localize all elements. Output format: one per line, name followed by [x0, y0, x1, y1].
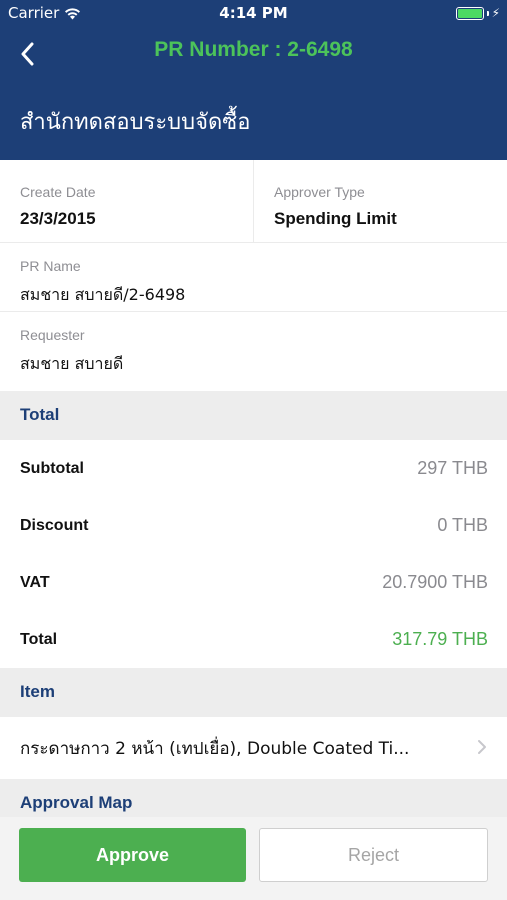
vat-value: 20.7900 THB	[382, 572, 488, 592]
pr-name-label: PR Name	[20, 258, 81, 274]
create-date-value: 23/3/2015	[20, 209, 96, 228]
subtotal-row: Subtotal 297 THB	[0, 440, 507, 497]
subtotal-label: Subtotal	[20, 459, 84, 477]
requester-value: สมชาย สบายดี	[20, 354, 124, 373]
total-row: Total 317.79 THB	[0, 611, 507, 668]
discount-value: 0 THB	[437, 515, 488, 535]
action-bar: Approve Reject	[0, 817, 507, 900]
pr-name-value: สมชาย สบายดี/2-6498	[20, 285, 186, 304]
total-value: 317.79 THB	[392, 629, 488, 649]
requester-label: Requester	[20, 327, 85, 343]
chevron-right-icon	[477, 736, 487, 760]
vat-label: VAT	[20, 573, 50, 591]
pr-number-title: PR Number : 2-6498	[154, 38, 353, 61]
vat-row: VAT 20.7900 THB	[0, 554, 507, 611]
battery-icon	[455, 6, 484, 20]
total-label: Total	[20, 630, 58, 648]
battery-indicator: ⚡	[455, 6, 500, 20]
approver-type-value: Spending Limit	[274, 209, 397, 228]
item-name: กระดาษกาว 2 หน้า (เทปเยื่อ), Double Coat…	[20, 738, 410, 759]
header: Carrier 4:14 PM ⚡ PR Number : 2-6498 สำน…	[0, 0, 507, 160]
create-date-label: Create Date	[20, 184, 96, 200]
create-date-cell: Create Date 23/3/2015	[0, 160, 253, 242]
requester-block: Requester สมชาย สบายดี	[0, 312, 507, 391]
date-approver-row: Create Date 23/3/2015 Approver Type Spen…	[0, 160, 507, 243]
discount-label: Discount	[20, 516, 89, 534]
approval-map-header: Approval Map	[0, 779, 507, 819]
list-item[interactable]: กระดาษกาว 2 หน้า (เทปเยื่อ), Double Coat…	[0, 717, 507, 779]
organization-title: สำนักทดสอบระบบจัดซื้อ	[20, 110, 251, 135]
status-bar: Carrier 4:14 PM ⚡	[0, 0, 507, 26]
clock: 4:14 PM	[219, 4, 288, 22]
approver-type-label: Approver Type	[274, 184, 365, 200]
item-section-header: Item	[0, 668, 507, 717]
charging-icon: ⚡	[491, 6, 500, 20]
pr-name-block: PR Name สมชาย สบายดี/2-6498	[0, 243, 507, 312]
approver-type-cell: Approver Type Spending Limit	[253, 160, 507, 242]
reject-button[interactable]: Reject	[259, 828, 488, 882]
total-section-header: Total	[0, 391, 507, 440]
approve-button[interactable]: Approve	[19, 828, 246, 882]
nav-bar: PR Number : 2-6498	[0, 26, 507, 80]
subtotal-value: 297 THB	[417, 458, 488, 478]
discount-row: Discount 0 THB	[0, 497, 507, 554]
